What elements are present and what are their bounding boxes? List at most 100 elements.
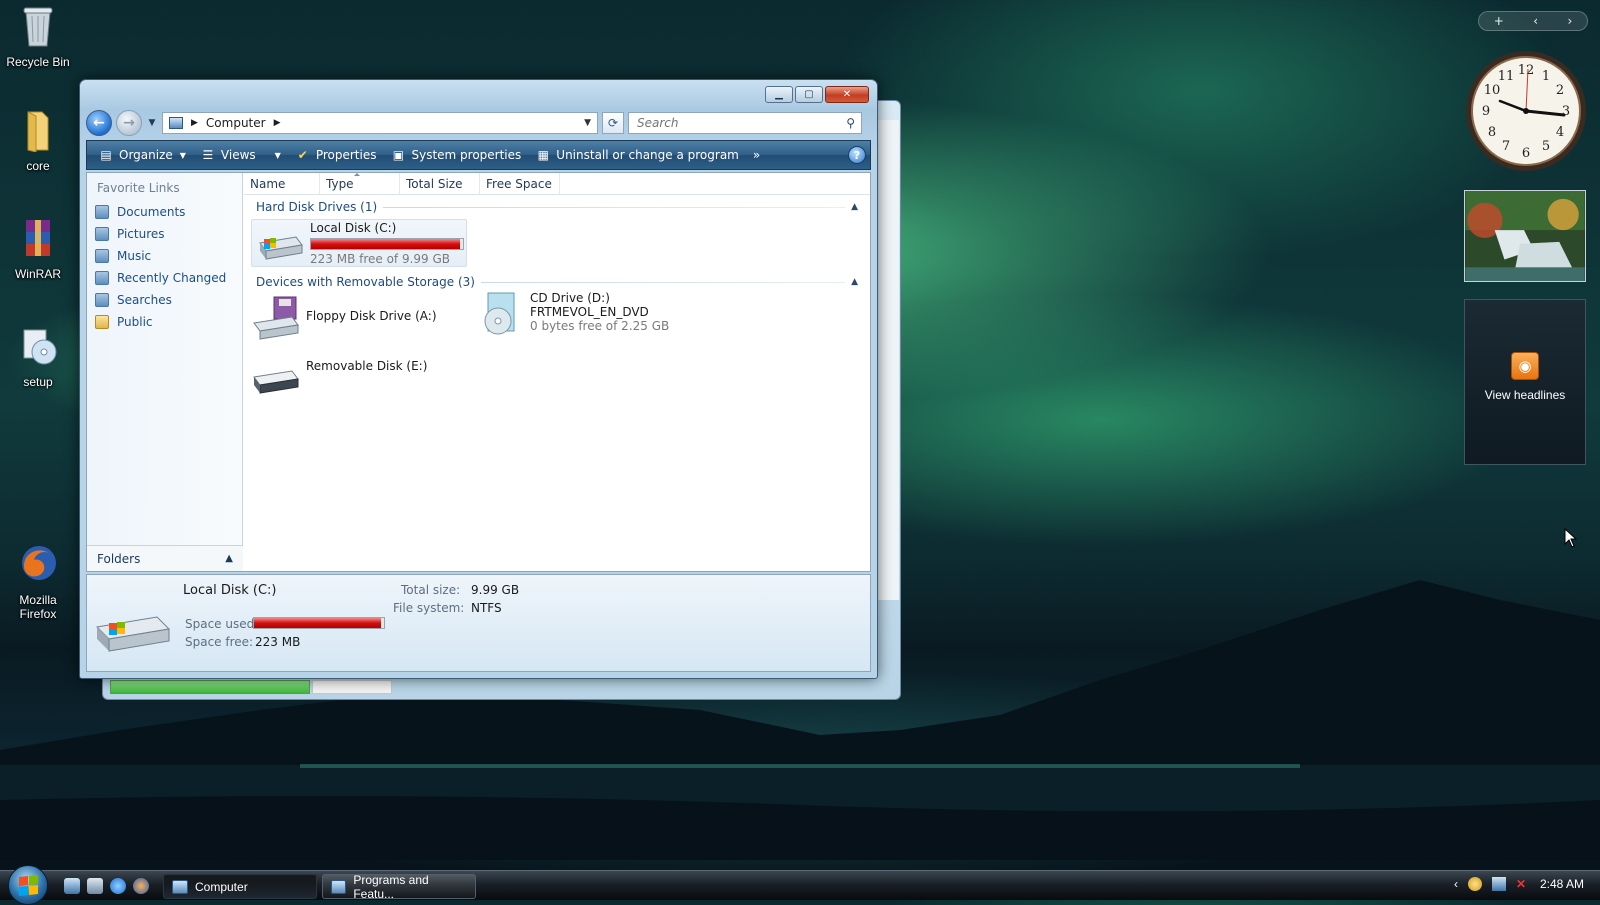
column-header-type[interactable]: Type (320, 173, 400, 194)
drive-free-space: 0 bytes free of 2.25 GB (530, 319, 670, 333)
nav-link-music[interactable]: Music (87, 245, 242, 267)
more-commands-button[interactable]: » (746, 143, 767, 167)
firefox-icon (22, 546, 56, 580)
help-icon: ? (853, 148, 861, 162)
feed-headlines-gadget[interactable]: ◉ View headlines (1464, 299, 1586, 465)
drive-e-tile[interactable]: Removable Disk (E:) (252, 349, 462, 395)
column-header-free-space[interactable]: Free Space (480, 173, 560, 194)
previous-page-button[interactable]: ‹ (1533, 14, 1538, 28)
computer-icon (169, 117, 183, 129)
search-input[interactable] (635, 115, 847, 131)
capacity-bar (310, 238, 464, 250)
slideshow-gadget[interactable] (1464, 190, 1586, 282)
nav-link-label: Recently Changed (117, 271, 227, 285)
breadcrumb-separator-icon[interactable]: ▶ (274, 118, 281, 128)
nav-link-recently-changed[interactable]: Recently Changed (87, 267, 242, 289)
minimize-button[interactable]: ▁ (765, 86, 793, 103)
maximize-button[interactable]: ▢ (795, 86, 823, 103)
nav-link-pictures[interactable]: Pictures (87, 223, 242, 245)
taskbar-button-computer[interactable]: Computer (163, 874, 317, 899)
quick-launch (64, 878, 149, 894)
nav-link-label: Searches (117, 293, 172, 307)
add-gadget-button[interactable]: + (1494, 14, 1504, 28)
drive-name: Local Disk (C:) (310, 221, 397, 235)
desktop-icon-label: WinRAR (14, 267, 61, 281)
nav-link-label: Public (117, 315, 153, 329)
show-hidden-icons-button[interactable]: ‹ (1454, 877, 1458, 891)
drive-c-tile[interactable]: Local Disk (C:) 223 MB free of 9.99 GB (251, 219, 467, 267)
background-window-edge (877, 120, 899, 600)
network-icon[interactable] (1491, 877, 1506, 891)
uninstall-program-button[interactable]: ▦ Uninstall or change a program (528, 143, 746, 167)
views-button[interactable]: ☰ Views ▼ (193, 143, 288, 167)
desktop-icon-label: Recycle Bin (6, 55, 70, 69)
drive-a-tile[interactable]: Floppy Disk Drive (A:) (252, 295, 462, 343)
show-desktop-icon[interactable] (64, 878, 80, 894)
organize-button[interactable]: ▤ Organize ▼ (91, 143, 193, 167)
breadcrumb-computer[interactable]: Computer (206, 116, 266, 130)
nav-link-public[interactable]: Public (87, 311, 242, 333)
drive-name: CD Drive (D:) (530, 291, 610, 305)
close-button[interactable]: ✕ (825, 86, 869, 103)
breadcrumb-separator-icon[interactable]: ▶ (191, 118, 198, 128)
collapse-icon[interactable]: ▲ (851, 202, 858, 212)
desktop-icon-recycle-bin[interactable]: Recycle Bin (2, 4, 74, 69)
start-button[interactable] (8, 865, 48, 905)
drive-d-tile[interactable]: CD Drive (D:) FRTMEVOL_EN_DVD 0 bytes fr… (476, 291, 696, 343)
content-area: Favorite Links Documents Pictures Music … (86, 172, 871, 572)
collapse-icon[interactable]: ▲ (851, 277, 858, 287)
forward-button[interactable]: → (116, 110, 142, 136)
help-button[interactable]: ? (848, 146, 866, 164)
search-icon[interactable]: ⚲ (846, 116, 855, 130)
folders-toggle[interactable]: Folders ▲ (87, 545, 243, 571)
system-clock[interactable]: 2:48 AM (1540, 877, 1584, 891)
svg-text:5: 5 (1542, 139, 1550, 154)
next-page-button[interactable]: › (1567, 14, 1572, 28)
favorite-links-heading: Favorite Links (97, 181, 180, 195)
drive-volume-label: FRTMEVOL_EN_DVD (530, 305, 649, 319)
system-tray: ‹ ✕ 2:48 AM (1454, 877, 1584, 891)
explorer-window[interactable]: ▁ ▢ ✕ ← → ▼ ▶ Computer ▶ ▼ ⟳ ⚲ ▤ Organiz… (79, 79, 878, 679)
nav-link-documents[interactable]: Documents (87, 201, 242, 223)
back-button[interactable]: ← (86, 110, 112, 136)
drive-name: Removable Disk (E:) (306, 359, 428, 373)
svg-text:8: 8 (1488, 125, 1496, 140)
switch-windows-icon[interactable] (87, 878, 103, 894)
svg-text:3: 3 (1562, 104, 1570, 119)
column-header-total-size[interactable]: Total Size (400, 173, 480, 194)
recent-pages-dropdown[interactable]: ▼ (146, 118, 158, 128)
details-title: Local Disk (C:) (183, 583, 277, 598)
firefox-quicklaunch-icon[interactable] (133, 878, 149, 894)
svg-text:9: 9 (1482, 104, 1490, 119)
svg-text:10: 10 (1484, 83, 1501, 98)
desktop-icon-core[interactable]: core (2, 108, 74, 173)
security-shield-icon[interactable] (1467, 877, 1482, 891)
address-bar[interactable]: ▶ Computer ▶ ▼ (162, 112, 598, 134)
winrar-icon (26, 220, 50, 256)
desktop-icon-winrar[interactable]: WinRAR (2, 216, 74, 281)
refresh-button[interactable]: ⟳ (602, 112, 624, 134)
column-header-name[interactable]: Name (244, 173, 320, 194)
search-box[interactable]: ⚲ (628, 112, 862, 134)
more-commands-icon: » (752, 148, 761, 162)
svg-text:12: 12 (1518, 63, 1535, 78)
volume-muted-icon[interactable]: ✕ (1516, 877, 1530, 891)
address-dropdown-icon[interactable]: ▼ (584, 118, 591, 128)
desktop-icon-setup[interactable]: setup (2, 324, 74, 389)
system-properties-button[interactable]: ▣ System properties (383, 143, 528, 167)
taskbar: Computer Programs and Featu... ‹ ✕ 2:48 … (0, 865, 1600, 905)
space-used-bar (253, 617, 385, 629)
group-divider (480, 281, 846, 283)
properties-button[interactable]: ✔ Properties (288, 143, 384, 167)
desktop-icon-firefox[interactable]: Mozilla Firefox (2, 542, 74, 621)
svg-text:1: 1 (1542, 69, 1550, 84)
nav-link-searches[interactable]: Searches (87, 289, 242, 311)
clock-gadget[interactable]: 12 12 345 678 91011 (1464, 49, 1588, 173)
taskbar-button-programs-features[interactable]: Programs and Featu... (322, 873, 476, 901)
group-removable-storage[interactable]: Devices with Removable Storage (3) ▲ (244, 272, 870, 292)
uninstall-program-label: Uninstall or change a program (556, 148, 739, 162)
folders-label: Folders (97, 551, 141, 566)
chevron-down-icon: ▼ (274, 150, 281, 160)
group-hard-disk-drives[interactable]: Hard Disk Drives (1) ▲ (244, 197, 870, 217)
internet-explorer-icon[interactable] (110, 878, 126, 894)
